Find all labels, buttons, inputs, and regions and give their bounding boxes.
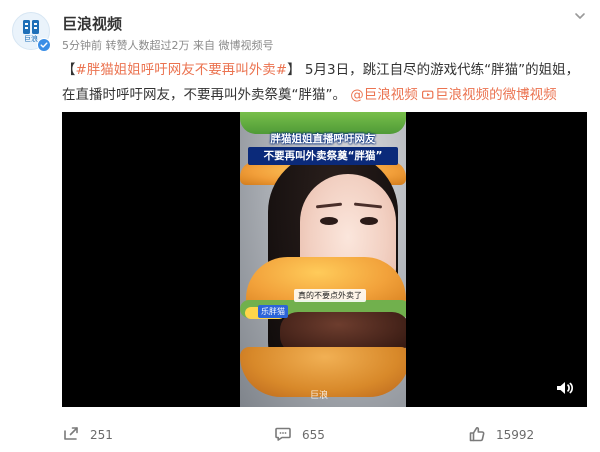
post-meta: 5分钟前 转赞人数超过2万 来自 微博视频号 [62, 39, 274, 52]
repost-count: 251 [90, 428, 113, 442]
verified-badge-icon [37, 38, 51, 52]
right-eye [360, 217, 378, 225]
author-name[interactable]: 巨浪视频 [62, 15, 122, 33]
top-lettuce-graphic [240, 112, 406, 134]
comment-icon [274, 425, 292, 446]
video-player[interactable]: 胖猫姐姐直播呼吁网友 不要再叫外卖祭奠“胖猫” 真的不要点外卖了 乐胖猫 巨浪 [62, 112, 587, 407]
topic-link[interactable]: #胖猫姐姐呼吁网友不要再叫外卖# [76, 62, 288, 78]
video-watermark: 巨浪 [310, 391, 329, 401]
like-count: 15992 [496, 428, 535, 442]
like-icon [468, 425, 486, 446]
video-link-text: 巨浪视频的微博视频 [435, 87, 557, 103]
video-frame: 胖猫姐姐直播呼吁网友 不要再叫外卖祭奠“胖猫” 真的不要点外卖了 乐胖猫 巨浪 [240, 112, 406, 407]
mention-link[interactable]: @巨浪视频 [350, 87, 422, 103]
like-button[interactable]: 15992 [468, 423, 534, 447]
weibo-post-card: 巨浪 巨浪视频 5分钟前 转赞人数超过2万 来自 微博视频号 【#胖猫姐姐呼吁网… [0, 0, 600, 452]
mention-text: @巨浪视频 [350, 87, 418, 103]
chevron-down-icon[interactable] [572, 8, 588, 24]
avatar-text: 巨浪 [24, 35, 38, 43]
video-link[interactable]: 巨浪视频的微博视频 [422, 87, 557, 103]
comment-count: 655 [302, 428, 325, 442]
comment-button[interactable]: 655 [274, 423, 325, 447]
repost-button[interactable]: 251 [62, 423, 113, 447]
volume-icon[interactable] [555, 379, 575, 397]
topic-bracket-left: 【 [62, 62, 76, 78]
repost-icon [62, 425, 80, 446]
left-eye [320, 217, 338, 225]
video-link-icon [422, 85, 435, 110]
video-caption-line-2-quote: “胖猫” [347, 150, 383, 162]
topic-bracket-right: 】 [287, 62, 301, 78]
video-sticker: 乐胖猫 [258, 305, 288, 318]
post-text: 【#胖猫姐姐呼吁网友不要再叫外卖#】 5月3日，跳江自尽的游戏代练“胖猫”的姐姐… [62, 58, 582, 110]
speech-bubble: 真的不要点外卖了 [294, 289, 366, 302]
video-caption-line-2-prefix: 不要再叫外卖祭奠 [263, 150, 348, 162]
video-caption-line-2: 不要再叫外卖祭奠“胖猫” [248, 147, 398, 165]
video-caption-line-1: 胖猫姐姐直播呼吁网友 [270, 133, 376, 145]
avatar-logo-icon [22, 19, 40, 35]
post-actions: 251 655 15992 [62, 423, 587, 447]
